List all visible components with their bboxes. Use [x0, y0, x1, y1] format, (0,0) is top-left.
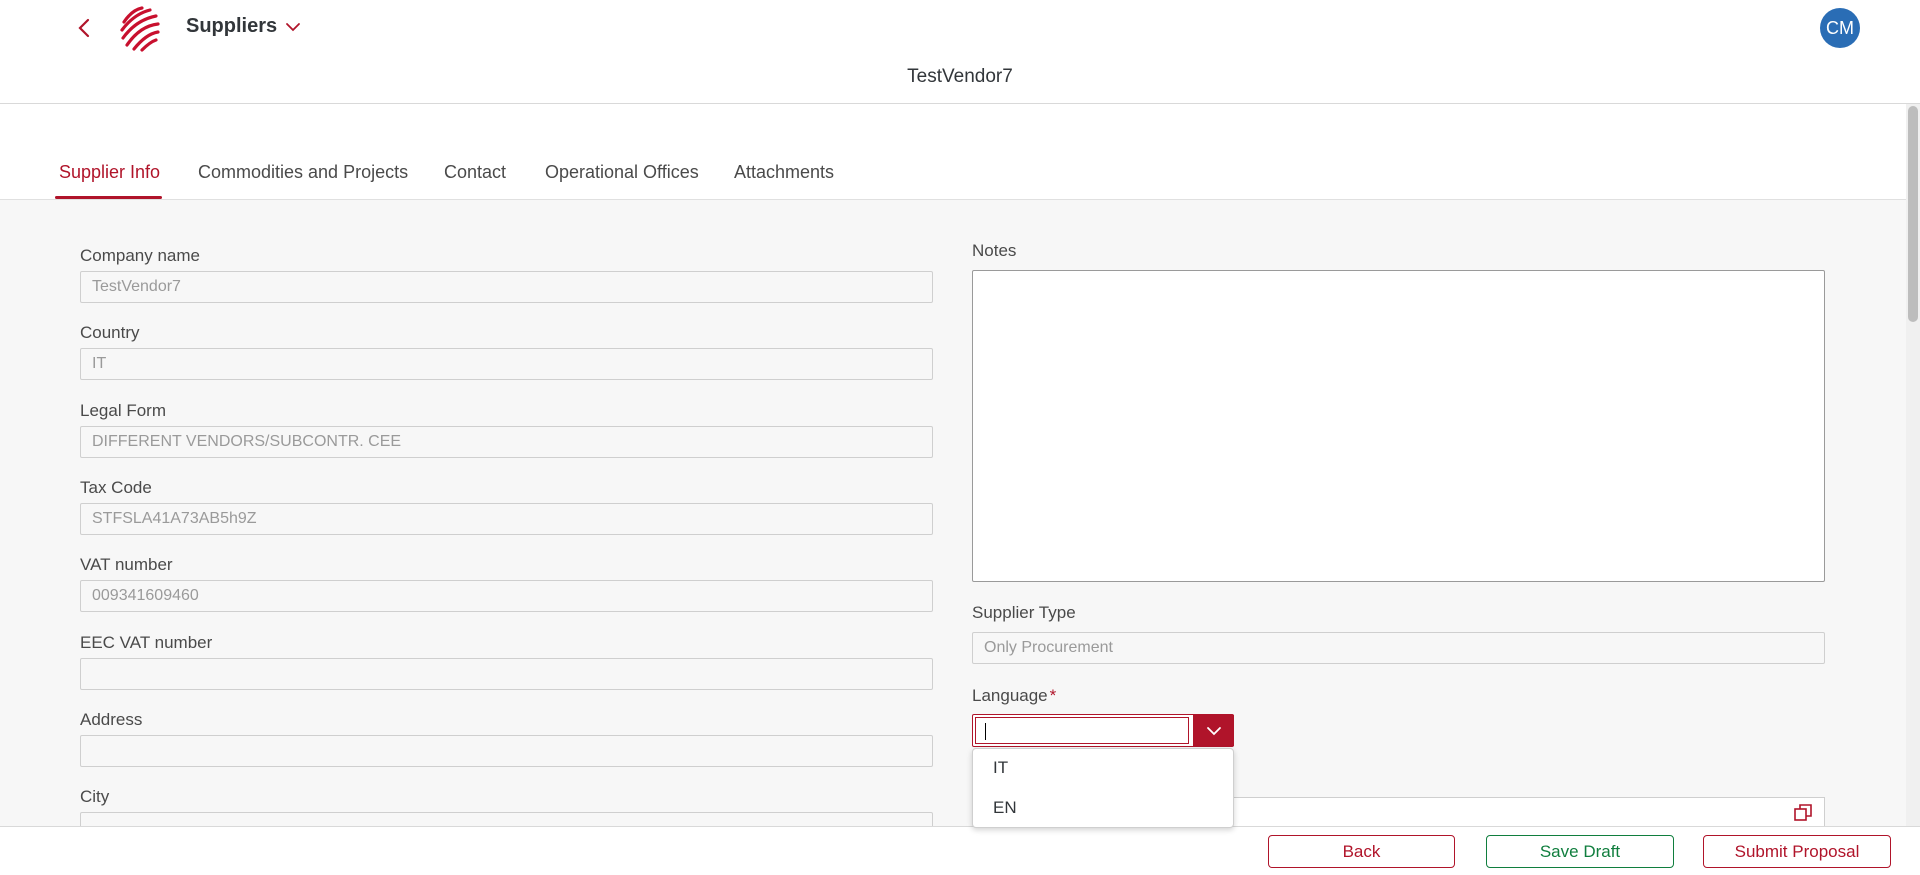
- supplier-type-label: Supplier Type: [972, 603, 1076, 622]
- object-title: TestVendor7: [907, 66, 1013, 87]
- chevron-down-icon: [286, 22, 301, 31]
- tab-bar: Supplier Info Commodities and Projects C…: [0, 104, 1920, 200]
- tab-contact[interactable]: Contact: [444, 162, 506, 183]
- address-field[interactable]: [80, 735, 933, 767]
- app-title-menu[interactable]: Suppliers: [186, 15, 301, 38]
- copy-icon[interactable]: [1793, 803, 1813, 823]
- company-logo: [120, 6, 160, 52]
- language-option-en[interactable]: EN: [993, 798, 1017, 818]
- tab-supplier-info[interactable]: Supplier Info: [59, 162, 160, 183]
- city-field[interactable]: [80, 812, 933, 826]
- user-avatar[interactable]: CM: [1820, 8, 1860, 48]
- language-dropdown-list: IT EN: [972, 748, 1234, 828]
- submit-proposal-button[interactable]: Submit Proposal: [1703, 835, 1891, 868]
- back-button[interactable]: Back: [1268, 835, 1455, 868]
- chevron-left-icon: [78, 18, 90, 38]
- page-scrollbar[interactable]: [1906, 104, 1920, 826]
- form-content: Company name TestVendor7 Country IT Lega…: [0, 201, 1906, 826]
- address-label: Address: [80, 710, 143, 729]
- tax-code-field[interactable]: STFSLA41A73AB5h9Z: [80, 503, 933, 535]
- notes-label: Notes: [972, 241, 1017, 260]
- language-option-it[interactable]: IT: [993, 758, 1008, 778]
- back-nav-button[interactable]: [68, 12, 100, 44]
- text-caret: [985, 723, 986, 740]
- tab-operational-offices[interactable]: Operational Offices: [545, 162, 699, 183]
- partially-hidden-field[interactable]: [1232, 797, 1825, 826]
- company-name-field[interactable]: TestVendor7: [80, 271, 933, 303]
- vat-number-label: VAT number: [80, 555, 173, 574]
- required-marker: *: [1049, 686, 1057, 705]
- eec-vat-number-label: EEC VAT number: [80, 633, 213, 652]
- language-dropdown-button[interactable]: [1193, 715, 1234, 746]
- country-field[interactable]: IT: [80, 348, 933, 380]
- language-label-text: Language: [972, 686, 1048, 705]
- notes-textarea[interactable]: [972, 270, 1825, 582]
- supplier-type-field[interactable]: Only Procurement: [972, 632, 1825, 664]
- scrollbar-thumb[interactable]: [1908, 106, 1918, 322]
- active-tab-indicator: [55, 196, 162, 199]
- language-combobox[interactable]: [972, 714, 1234, 747]
- save-draft-button[interactable]: Save Draft: [1486, 835, 1674, 868]
- tab-attachments[interactable]: Attachments: [734, 162, 834, 183]
- eec-vat-number-field[interactable]: [80, 658, 933, 690]
- city-label: City: [80, 787, 110, 806]
- tax-code-label: Tax Code: [80, 478, 152, 497]
- footer-toolbar: Back Save Draft Submit Proposal: [0, 826, 1920, 875]
- app-title: Suppliers: [186, 15, 278, 37]
- legal-form-label: Legal Form: [80, 401, 166, 420]
- country-label: Country: [80, 323, 140, 342]
- legal-form-field[interactable]: DIFFERENT VENDORS/SUBCONTR. CEE: [80, 426, 933, 458]
- shell-bar: Suppliers CM TestVendor7: [0, 0, 1920, 104]
- chevron-down-icon: [1206, 726, 1221, 735]
- vat-number-field[interactable]: 009341609460: [80, 580, 933, 612]
- language-label: Language *: [972, 686, 1056, 706]
- language-input[interactable]: [975, 717, 1189, 744]
- company-name-label: Company name: [80, 246, 201, 265]
- tab-commodities-and-projects[interactable]: Commodities and Projects: [198, 162, 408, 183]
